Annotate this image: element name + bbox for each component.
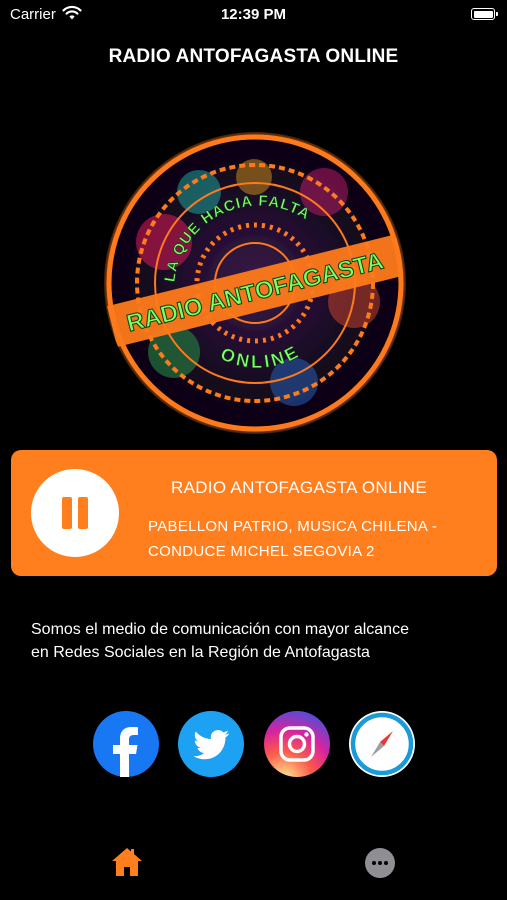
status-bar: Carrier 12:39 PM	[0, 0, 507, 30]
twitter-icon	[193, 729, 230, 760]
instagram-icon	[279, 726, 315, 762]
status-time: 12:39 PM	[220, 6, 287, 23]
more-icon[interactable]	[365, 848, 395, 878]
station-description: Somos el medio de comunicación con mayor…	[31, 618, 481, 664]
description-line-1: Somos el medio de comunicación con mayor…	[31, 621, 409, 638]
station-logo: RADIO ANTOFAGASTA LA QUE HACIA FALTA ONL…	[104, 132, 406, 434]
player-card: RADIO ANTOFAGASTA ONLINE PABELLON PATRIO…	[11, 450, 497, 576]
player-station-name: RADIO ANTOFAGASTA ONLINE	[171, 478, 427, 497]
pause-button[interactable]	[31, 469, 119, 557]
battery-fill	[473, 10, 493, 18]
pause-icon	[62, 497, 72, 529]
pause-icon-bar	[78, 497, 88, 529]
instagram-button[interactable]	[264, 711, 330, 777]
now-playing-line-2: CONDUCE MICHEL SEGOVIA 2	[148, 543, 375, 560]
tab-bar	[0, 830, 507, 900]
more-dot	[384, 861, 388, 865]
facebook-icon	[113, 727, 138, 777]
now-playing: PABELLON PATRIO, MUSICA CHILENA - CONDUC…	[148, 514, 488, 564]
facebook-button[interactable]	[93, 711, 159, 777]
compass-icon	[350, 712, 414, 776]
battery-icon	[471, 8, 498, 20]
twitter-button[interactable]	[178, 711, 244, 777]
description-line-2: en Redes Sociales en la Región de Antofa…	[31, 644, 370, 661]
page-title: RADIO ANTOFAGASTA ONLINE	[108, 46, 399, 67]
website-button[interactable]	[349, 711, 415, 777]
home-icon[interactable]	[110, 846, 144, 878]
more-dot	[378, 861, 382, 865]
now-playing-line-1: PABELLON PATRIO, MUSICA CHILENA -	[148, 518, 438, 535]
more-dot	[372, 861, 376, 865]
station-logo-graphic: RADIO ANTOFAGASTA LA QUE HACIA FALTA ONL…	[106, 134, 404, 432]
